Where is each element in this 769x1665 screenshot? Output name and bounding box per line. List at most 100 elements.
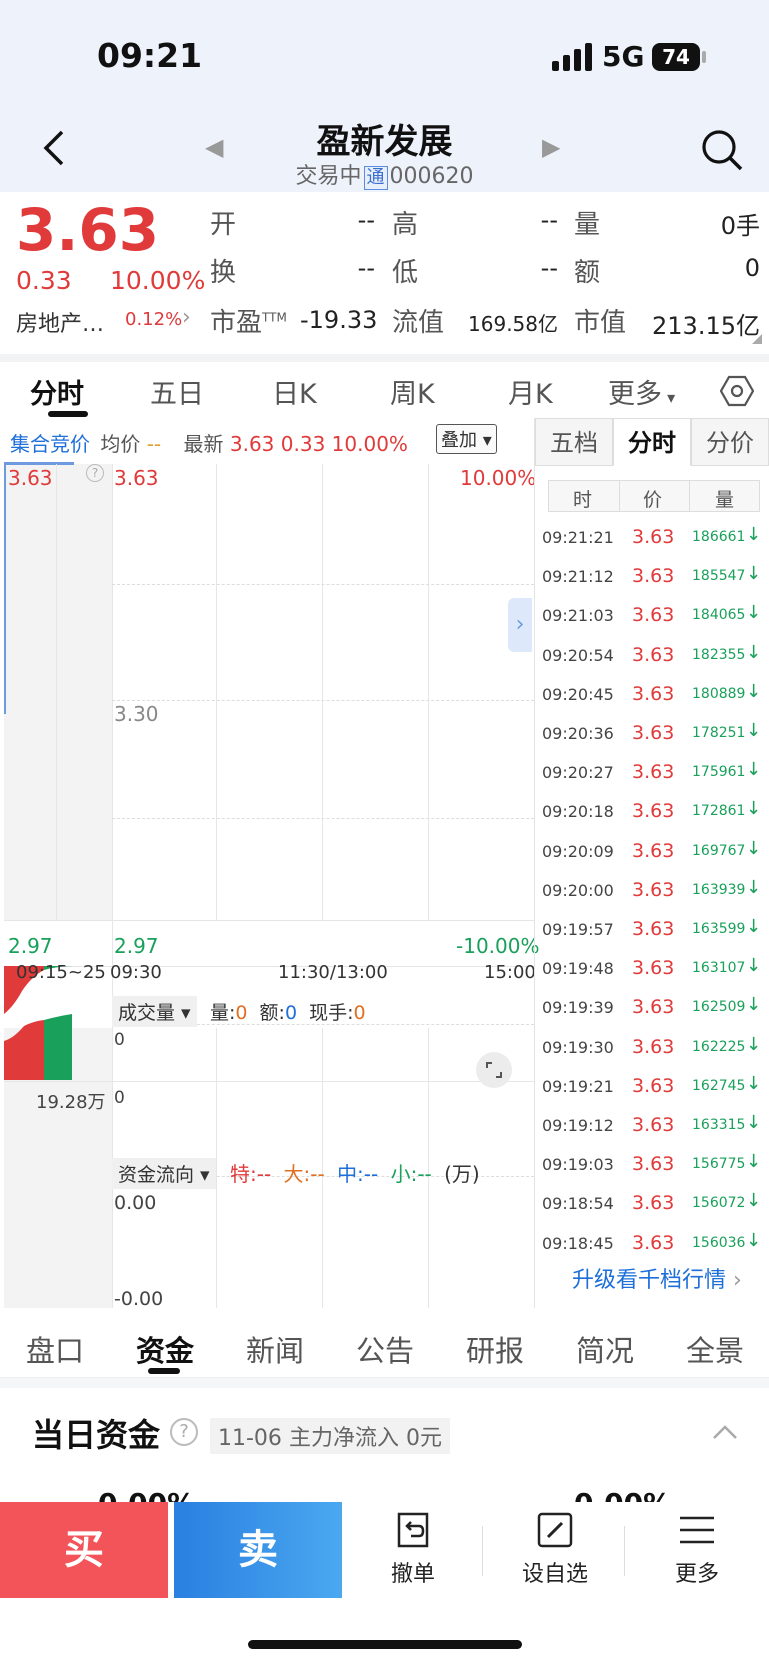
tab-panel[interactable]: 盘口 — [26, 1328, 84, 1370]
add-watchlist-button[interactable]: 设自选 — [500, 1510, 610, 1588]
tab-monthly-k[interactable]: 月K — [508, 372, 553, 411]
auction-volume-label: 19.28万 — [36, 1092, 106, 1113]
tab-profile[interactable]: 简况 — [576, 1328, 634, 1370]
tick-price: 3.63 — [632, 918, 675, 940]
tick-row: 09:18:54 3.63 156072 ↓ — [542, 1184, 762, 1223]
auction-line — [4, 464, 6, 714]
tab-five-day[interactable]: 五日 — [150, 372, 204, 411]
latest-pct: 10.00% — [331, 432, 408, 456]
tick-time: 09:18:54 — [542, 1194, 614, 1214]
tick-price: 3.63 — [632, 1231, 675, 1250]
overlay-button[interactable]: 叠加 ▾ — [436, 424, 497, 454]
tab-funds[interactable]: 资金 — [136, 1328, 194, 1370]
tick-time: 09:19:39 — [542, 998, 614, 1018]
field-value: -- — [357, 206, 375, 234]
grid-line — [112, 818, 534, 819]
auction-bg — [4, 464, 112, 920]
volume-stats: 量:0 额:0 现手:0 — [210, 1002, 366, 1024]
tick-time: 09:20:18 — [542, 802, 614, 822]
tick-volume: 185547 — [692, 568, 746, 585]
tick-volume: 172861 — [692, 803, 746, 820]
tab-panorama[interactable]: 全景 — [686, 1328, 744, 1370]
y-top-label: 3.63 — [114, 466, 159, 490]
tick-row: 09:20:54 3.63 182355 ↓ — [542, 636, 761, 675]
field-label: 开 — [210, 210, 237, 240]
tick-price: 3.63 — [632, 761, 675, 784]
field-label: 流值 — [392, 308, 445, 338]
tick-time: 09:20:00 — [542, 880, 614, 900]
chevron-up-icon[interactable] — [712, 1424, 738, 1440]
tick-volume: 182355 — [692, 646, 746, 663]
tab-more[interactable]: 更多 ▾ — [608, 372, 675, 411]
field-label: 换 — [210, 258, 237, 288]
flow-selector[interactable]: 资金流向 ▾ — [112, 1158, 216, 1189]
rp-tab-five-level[interactable]: 五档 — [535, 418, 613, 466]
tick-volume: 162509 — [692, 999, 746, 1016]
volume-axis-mid: 0 — [114, 1088, 125, 1108]
sell-button[interactable]: 卖 — [174, 1502, 342, 1598]
auction-bottom-label: 2.97 — [8, 934, 53, 958]
field-label: 额 — [574, 258, 601, 288]
volume-selector[interactable]: 成交量 ▾ — [112, 996, 197, 1027]
buy-button[interactable]: 买 — [0, 1502, 168, 1598]
rp-tab-price-dist[interactable]: 分价 — [691, 418, 769, 466]
chart-info-row: 集合竞价 均价 -- 最新 3.63 0.33 10.00% — [10, 428, 408, 457]
grid-line — [216, 464, 217, 920]
tab-weekly-k[interactable]: 周K — [390, 372, 435, 411]
x-tick: 09:30 — [110, 962, 162, 983]
tick-price: 3.63 — [632, 1074, 675, 1097]
expand-panel-handle[interactable]: › — [508, 598, 532, 652]
help-icon[interactable]: ? — [86, 464, 104, 482]
help-icon[interactable]: ? — [170, 1418, 198, 1446]
menu-icon — [680, 1516, 714, 1544]
tab-daily-k[interactable]: 日K — [272, 372, 317, 411]
tab-intraday[interactable]: 分时 — [30, 372, 84, 411]
tick-price: 3.63 — [632, 1153, 675, 1176]
network-label: 5G — [602, 40, 645, 73]
auction-volume-bars — [4, 966, 74, 1080]
tick-price: 3.63 — [632, 800, 675, 823]
tick-price: 3.63 — [632, 722, 675, 744]
down-arrow-icon: ↓ — [746, 955, 762, 977]
tick-price: 3.63 — [632, 604, 675, 627]
active-tab-indicator — [148, 1368, 180, 1374]
section-divider — [0, 1378, 769, 1388]
tick-row: 09:19:03 3.63 156775 ↓ — [542, 1145, 761, 1184]
tick-price: 3.63 — [632, 565, 675, 588]
cancel-order-button[interactable]: 撤单 — [358, 1510, 468, 1588]
tab-research[interactable]: 研报 — [466, 1328, 524, 1370]
grid-line — [112, 584, 534, 585]
tab-announcements[interactable]: 公告 — [356, 1328, 414, 1370]
price-change: 0.33 — [16, 266, 72, 295]
tick-volume: 162745 — [692, 1077, 746, 1094]
rp-tab-ticks[interactable]: 分时 — [613, 418, 691, 466]
tick-price: 3.63 — [632, 682, 675, 705]
tick-row: 09:19:39 3.63 162509 ↓ — [542, 988, 761, 1027]
upgrade-link[interactable]: 升级看千档行情 › — [572, 1262, 742, 1294]
tick-row: 09:19:30 3.63 162225 ↓ — [542, 1028, 761, 1067]
tab-news[interactable]: 新闻 — [246, 1328, 304, 1370]
more-button[interactable]: 更多 — [642, 1510, 752, 1588]
fullscreen-icon[interactable] — [476, 1052, 512, 1088]
tick-volume: 169767 — [692, 842, 746, 859]
avg-label: 均价 — [100, 432, 141, 456]
y-mid-label: 3.30 — [114, 702, 159, 726]
pct-bottom-label: -10.00% — [456, 934, 540, 958]
down-arrow-icon: ↓ — [746, 837, 762, 859]
grid-line — [112, 700, 534, 701]
down-arrow-icon: ↓ — [746, 1190, 762, 1212]
search-icon[interactable] — [700, 128, 744, 172]
settings-hex-icon[interactable] — [720, 374, 754, 408]
grid-line — [428, 464, 429, 920]
funds-title: 当日资金 — [32, 1416, 161, 1454]
next-stock-icon[interactable]: ▶ — [542, 133, 560, 161]
sector-name[interactable]: 房地产… — [16, 306, 104, 338]
tick-time: 09:20:36 — [542, 724, 614, 743]
chevron-right-icon[interactable]: › — [182, 305, 191, 330]
field-label: 低 — [392, 258, 419, 288]
status-time: 09:21 — [97, 36, 203, 75]
tick-volume: 163599 — [692, 921, 746, 937]
tick-row: 09:20:45 3.63 180889 ↓ — [542, 675, 761, 714]
tick-time: 09:19:21 — [542, 1076, 614, 1096]
tick-volume: 156775 — [692, 1156, 746, 1173]
